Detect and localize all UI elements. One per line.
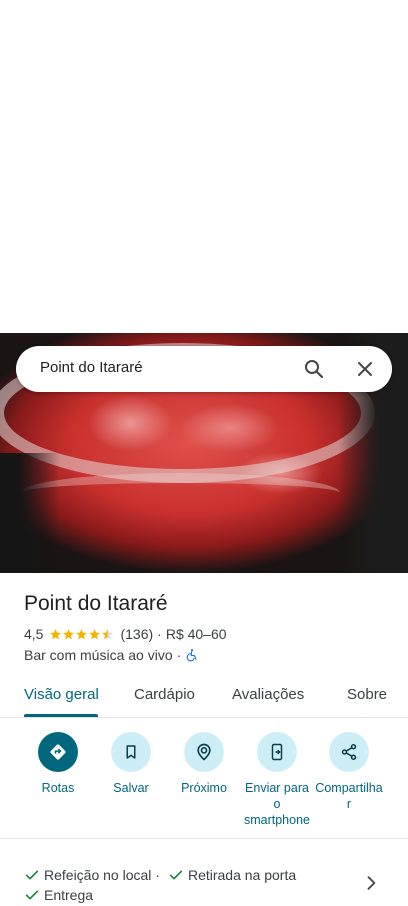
separator-dot: · [157, 626, 162, 642]
check-icon [25, 870, 39, 880]
directions-button[interactable]: Rotas [18, 732, 98, 796]
place-category: Bar com música ao vivo [24, 647, 173, 663]
category-row: Bar com música ao vivo · [24, 647, 199, 663]
review-count[interactable]: (136) [120, 626, 153, 642]
nearby-label: Próximo [181, 781, 227, 795]
price-range: R$ 40–60 [165, 626, 227, 642]
share-icon [341, 744, 357, 760]
save-button[interactable]: Salvar [91, 732, 171, 796]
label-line: o [273, 797, 281, 811]
tab-reviews[interactable]: Avaliações [232, 686, 304, 703]
action-row: Rotas Salvar Próximo Enviar para o smart… [0, 732, 408, 837]
cup-band [20, 473, 340, 513]
save-label: Salvar [113, 781, 149, 795]
star-icon [50, 628, 62, 639]
tab-overview[interactable]: Visão geral [24, 686, 99, 703]
send-to-phone-icon [271, 743, 283, 761]
share-chip [329, 732, 369, 772]
send-to-phone-button[interactable]: Enviar para o smartphone [237, 732, 317, 828]
separator-dot: · [176, 647, 182, 663]
save-chip [111, 732, 151, 772]
label-line: Compartilha [315, 781, 383, 795]
active-tab-indicator [24, 714, 98, 717]
rating-row[interactable]: 4,5 (136) · R$ 40–60 [24, 626, 227, 642]
place-title: Point do Itararé [24, 592, 168, 615]
check-icon [169, 870, 183, 880]
nearby-chip [184, 732, 224, 772]
star-icon [63, 628, 75, 639]
chevron-right-icon[interactable] [361, 873, 381, 893]
tab-bar: Visão geral Cardápio Avaliações Sobre [0, 676, 408, 718]
label-line: smartphone [243, 813, 310, 827]
label-line: r [346, 797, 352, 811]
directions-chip [38, 732, 78, 772]
divider [0, 838, 408, 839]
tab-menu[interactable]: Cardápio [134, 686, 195, 703]
search-icon[interactable] [302, 357, 326, 381]
star-icon [89, 628, 101, 639]
service-row[interactable]: Refeição no local · Retirada na porta [24, 867, 296, 883]
service-row[interactable]: Entrega [24, 887, 93, 903]
half-star-icon [102, 628, 114, 639]
rating-stars [49, 628, 114, 641]
rating-value: 4,5 [24, 626, 44, 642]
blank-area [0, 0, 408, 333]
star-icon [76, 628, 88, 639]
service-dine-in: Refeição no local · [44, 867, 160, 883]
share-label: Compartilha r [309, 780, 389, 812]
bookmark-icon [126, 745, 136, 759]
directions-label: Rotas [41, 781, 75, 795]
photo-shadow-left [0, 453, 60, 573]
nearby-icon [197, 743, 211, 761]
tab-about[interactable]: Sobre [347, 686, 387, 703]
label-line: Enviar para [245, 781, 309, 795]
service-curbside: Retirada na porta [187, 867, 297, 883]
nearby-button[interactable]: Próximo [164, 732, 244, 796]
check-icon [25, 890, 39, 900]
send-to-phone-chip [257, 732, 297, 772]
send-to-phone-label: Enviar para o smartphone [237, 780, 317, 828]
search-input[interactable]: Point do Itararé [40, 359, 143, 376]
service-delivery: Entrega [44, 887, 94, 903]
wheelchair-icon [186, 649, 197, 662]
share-button[interactable]: Compartilha r [309, 732, 389, 812]
directions-icon [50, 744, 66, 760]
close-icon[interactable] [353, 357, 377, 381]
search-bar[interactable]: Point do Itararé [16, 346, 392, 392]
